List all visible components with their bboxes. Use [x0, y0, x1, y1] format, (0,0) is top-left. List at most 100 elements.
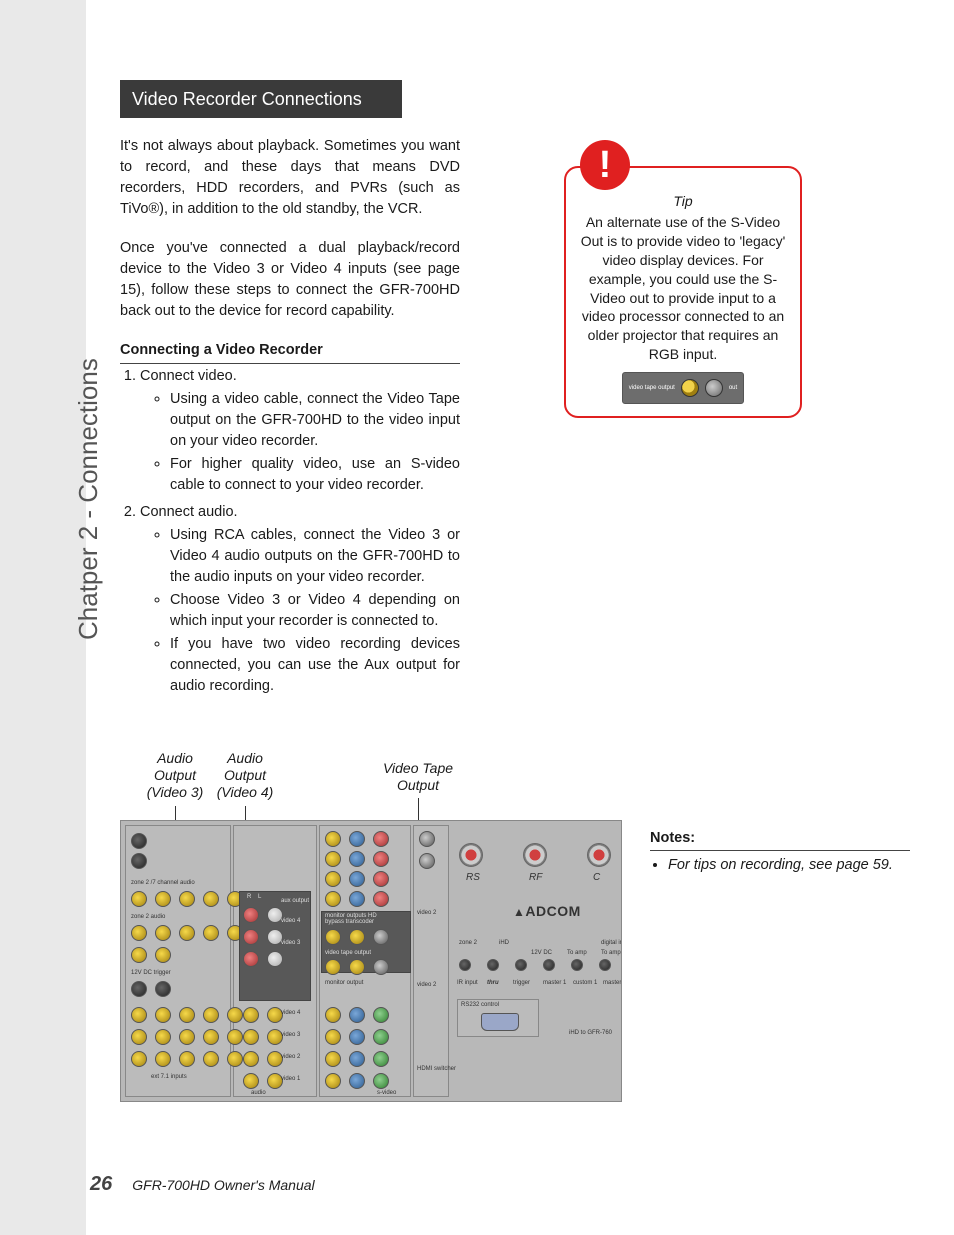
- rear-panel: RS RF C ▲ADCOM zone 2 /7 channel audio z…: [120, 820, 622, 1102]
- jack-row: [131, 1007, 243, 1023]
- callout-line: Output: [397, 777, 439, 793]
- mini-jack-icon: [543, 959, 555, 971]
- manual-title: GFR-700HD Owner's Manual: [132, 1175, 314, 1195]
- callout-line: Output: [224, 767, 266, 783]
- label-audio: audio: [251, 1089, 266, 1098]
- instruction-list: Connect video. Using a video cable, conn…: [120, 366, 460, 697]
- label-digital-in: digital in: [601, 939, 622, 948]
- label-zone2-7ch: zone 2 /7 channel audio: [131, 879, 195, 888]
- step-1-bullet-1: Using a video cable, connect the Video T…: [170, 389, 460, 452]
- jack-icon: [131, 981, 147, 997]
- page-footer: 26 GFR-700HD Owner's Manual: [90, 1170, 315, 1199]
- jack-icon: [179, 1051, 195, 1067]
- jack-icon: [349, 871, 365, 887]
- jack-icon: [373, 1073, 389, 1089]
- page-number: 26: [90, 1170, 112, 1199]
- tip-title: Tip: [578, 192, 788, 211]
- tip-inline-diagram: video tape output out: [622, 372, 744, 404]
- jack-icon: [131, 947, 147, 963]
- label-zone2-audio: zone 2 audio: [131, 913, 165, 922]
- page-content: Video Recorder Connections It's not alwa…: [120, 40, 914, 703]
- jack-icon: [179, 1029, 195, 1045]
- label-rs232: RS232 control: [461, 1001, 499, 1010]
- notes-list: For tips on recording, see page 59.: [650, 855, 910, 876]
- jack-row: [243, 1051, 283, 1067]
- label-svideo: s-video: [377, 1089, 396, 1098]
- callout-audio-output-video4: Audio Output (Video 4): [210, 750, 280, 800]
- jack-icon: [131, 1051, 147, 1067]
- jack-icon: [325, 891, 341, 907]
- subheading-connecting-recorder: Connecting a Video Recorder: [120, 340, 460, 364]
- jack-icon: [131, 853, 147, 869]
- svideo-jack-icon: [705, 379, 723, 397]
- jack-icon: [155, 925, 171, 941]
- label-aux-output: aux output: [281, 897, 309, 906]
- post-label-rs: RS: [466, 871, 480, 886]
- jack-icon: [349, 891, 365, 907]
- callout-line: Video Tape: [383, 760, 453, 776]
- rear-panel-diagram: Audio Output (Video 3) Audio Output (Vid…: [120, 750, 910, 1150]
- intro-paragraph-2: Once you've connected a dual playback/re…: [120, 238, 460, 322]
- jack-icon: [155, 1007, 171, 1023]
- label-ext71: ext 7.1 inputs: [151, 1073, 187, 1082]
- mini-jack-icon: [459, 959, 471, 971]
- component-row: [325, 1007, 389, 1023]
- label-ihd-gfr: iHD to GFR-760: [569, 1029, 612, 1038]
- chapter-label: Chatper 2 - Connections: [70, 358, 108, 640]
- jack-icon: [325, 929, 341, 945]
- label-video3-b: video 3: [281, 1031, 300, 1040]
- notes-item: For tips on recording, see page 59.: [668, 855, 910, 876]
- label-video2-bot: video 2: [417, 981, 436, 990]
- callout-line: Audio: [227, 750, 263, 766]
- jack-icon: [179, 1007, 195, 1023]
- label-video4-b: video 4: [281, 1009, 300, 1018]
- jack-icon: [243, 951, 259, 967]
- label-monitor-output2: monitor output: [325, 979, 363, 988]
- jack-icon: [267, 951, 283, 967]
- step-1-bullets: Using a video cable, connect the Video T…: [140, 389, 460, 496]
- svideo-column: [419, 831, 435, 869]
- jack-row: [243, 1007, 283, 1023]
- jack-icon: [373, 1007, 389, 1023]
- jack-icon: [349, 851, 365, 867]
- label-monitor-outputs: monitor outputs HD bypass transcoder: [325, 913, 385, 925]
- component-row: [325, 1029, 389, 1045]
- callout-video-tape-output: Video Tape Output: [373, 760, 463, 794]
- label-to-amp-1: To amp: [567, 949, 587, 958]
- jack-row: [243, 907, 283, 923]
- jack-icon: [203, 925, 219, 941]
- speaker-post-row: [459, 843, 611, 867]
- jack-icon: [243, 1073, 259, 1089]
- label-trigger: 12V DC trigger: [131, 969, 171, 978]
- intro-paragraph-1: It's not always about playback. Sometime…: [120, 136, 460, 220]
- component-row: [325, 871, 389, 887]
- jack-icon: [325, 959, 341, 975]
- jack-icon: [155, 891, 171, 907]
- jack-icon: [349, 1073, 365, 1089]
- jack-icon: [349, 1051, 365, 1067]
- diagram-callouts: Audio Output (Video 3) Audio Output (Vid…: [120, 750, 910, 820]
- tip-column: ! Tip An alternate use of the S-Video Ou…: [494, 136, 914, 418]
- exclamation-icon: !: [599, 146, 612, 184]
- jack-icon: [131, 925, 147, 941]
- label-trigger-r: trigger: [513, 979, 530, 988]
- jack-icon: [349, 959, 365, 975]
- step-2-label: Connect audio.: [140, 504, 238, 520]
- jack-icon: [373, 871, 389, 887]
- svideo-jack-icon: [373, 929, 389, 945]
- label-video3: video 3: [281, 939, 300, 948]
- jack-icon: [373, 831, 389, 847]
- label-tape-output: video tape output: [325, 949, 371, 958]
- jack-row: [131, 1051, 243, 1067]
- label-video2-b: video 2: [281, 1053, 300, 1062]
- jack-icon: [227, 1007, 243, 1023]
- jack-row: [243, 1029, 283, 1045]
- jack-row: [243, 1073, 283, 1089]
- jack-icon: [155, 981, 171, 997]
- component-row: [325, 851, 389, 867]
- tip-body: An alternate use of the S-Video Out is t…: [581, 214, 786, 362]
- mini-jack-icon: [515, 959, 527, 971]
- jack-icon: [131, 1029, 147, 1045]
- step-1: Connect video. Using a video cable, conn…: [140, 366, 460, 496]
- jack-icon: [243, 1007, 259, 1023]
